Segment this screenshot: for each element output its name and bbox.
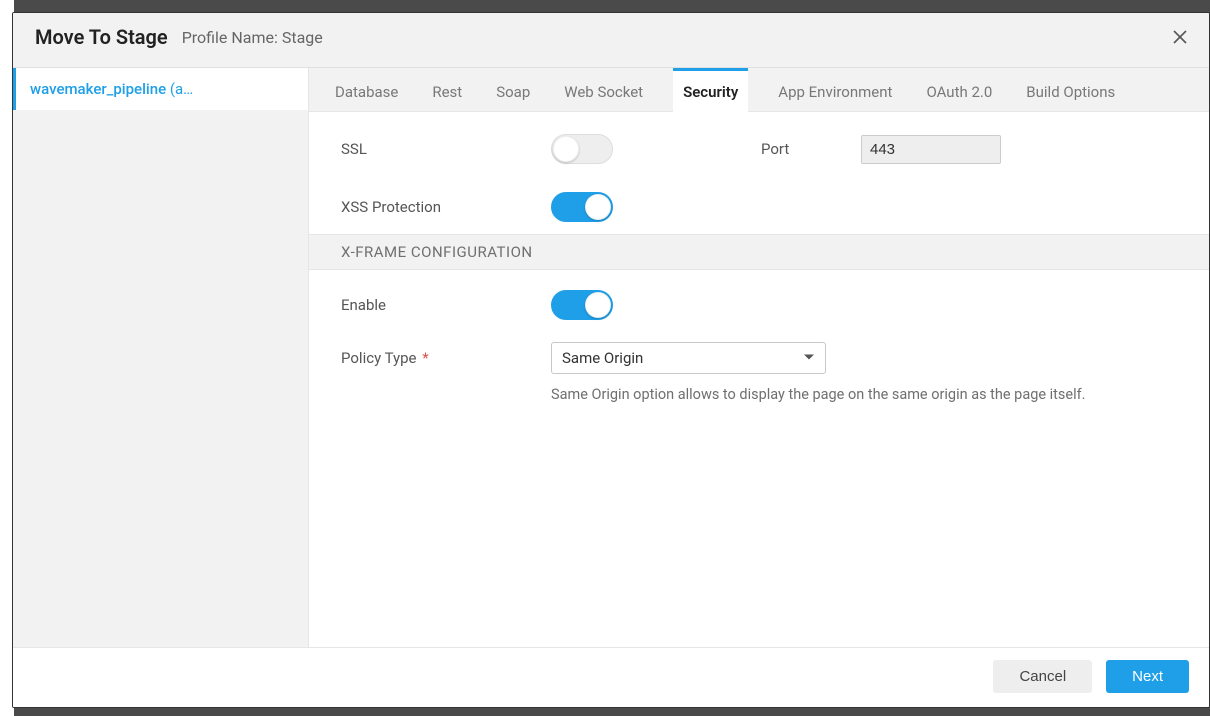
tab-soap[interactable]: Soap	[492, 68, 534, 111]
pipeline-sidebar: wavemaker_pipeline (a…	[13, 68, 309, 647]
tab-build-options[interactable]: Build Options	[1022, 68, 1119, 111]
ssl-toggle[interactable]	[551, 134, 613, 164]
tab-app-environment[interactable]: App Environment	[774, 68, 896, 111]
close-icon[interactable]	[1171, 28, 1189, 46]
port-input[interactable]	[861, 135, 1001, 164]
xframe-section-header: X-FRAME CONFIGURATION	[309, 234, 1209, 270]
next-button[interactable]: Next	[1106, 660, 1189, 693]
xss-label: XSS Protection	[341, 198, 551, 216]
policy-type-label: Policy Type *	[341, 349, 551, 367]
enable-label: Enable	[341, 296, 551, 314]
tab-database[interactable]: Database	[331, 68, 402, 111]
enable-toggle[interactable]	[551, 290, 613, 320]
chevron-down-icon	[803, 349, 815, 367]
required-asterisk: *	[422, 349, 428, 367]
modal-header: Move To Stage Profile Name: Stage	[13, 13, 1209, 68]
xframe-form: Enable Policy Type * Same Origin Same Or…	[309, 270, 1209, 415]
security-pane: SSL Port XSS Protection X-FRAME CONFIGUR…	[309, 112, 1209, 647]
policy-type-value: Same Origin	[562, 349, 643, 367]
sidebar-item-pipeline[interactable]: wavemaker_pipeline (a…	[13, 68, 308, 110]
modal-title: Move To Stage	[35, 25, 168, 49]
tab-web-socket[interactable]: Web Socket	[560, 68, 647, 111]
modal-footer: Cancel Next	[13, 647, 1209, 707]
modal-body: wavemaker_pipeline (a… Database Rest Soa…	[13, 68, 1209, 647]
tabs-bar: Database Rest Soap Web Socket Security A…	[309, 68, 1209, 112]
policy-type-select[interactable]: Same Origin	[551, 342, 826, 374]
xss-toggle[interactable]	[551, 192, 613, 222]
content-area: Database Rest Soap Web Socket Security A…	[309, 68, 1209, 647]
port-label: Port	[761, 140, 861, 158]
tab-security[interactable]: Security	[673, 68, 748, 112]
move-to-stage-modal: Move To Stage Profile Name: Stage wavema…	[12, 12, 1210, 708]
modal-subtitle: Profile Name: Stage	[182, 28, 323, 47]
tab-rest[interactable]: Rest	[428, 68, 466, 111]
sidebar-item-label: wavemaker_pipeline	[30, 80, 166, 98]
cancel-button[interactable]: Cancel	[993, 660, 1092, 693]
security-form-top: SSL Port XSS Protection	[309, 112, 1209, 234]
tab-oauth[interactable]: OAuth 2.0	[922, 68, 996, 111]
policy-help-text: Same Origin option allows to display the…	[551, 386, 1151, 403]
ssl-label: SSL	[341, 140, 551, 158]
sidebar-item-suffix: (a…	[166, 80, 193, 98]
